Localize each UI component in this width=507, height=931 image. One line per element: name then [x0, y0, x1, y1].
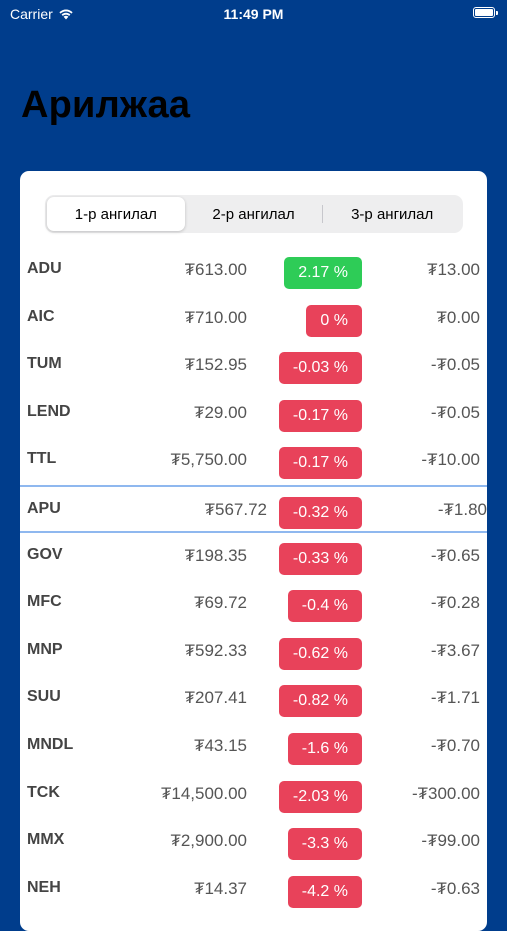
- stock-ticker: APU: [27, 499, 61, 517]
- stock-change: -₮0.70: [430, 735, 480, 755]
- stock-row[interactable]: MMX ₮2,900.00 -3.3 % -₮99.00: [20, 818, 487, 866]
- stock-row[interactable]: AIC ₮710.00 0 % ₮0.00: [20, 295, 487, 343]
- stock-price: ₮69.72: [194, 593, 247, 613]
- tab-category-2[interactable]: 2-р ангилал: [185, 197, 323, 231]
- percent-change-badge: -0.17 %: [278, 399, 362, 432]
- percent-badge-container: -3.3 %: [275, 828, 362, 861]
- stock-row[interactable]: MNDL ₮43.15 -1.6 % -₮0.70: [20, 723, 487, 771]
- stock-ticker: LEND: [27, 402, 71, 420]
- stock-row[interactable]: ADU ₮613.00 2.17 % ₮13.00: [20, 247, 487, 295]
- stock-ticker: AIC: [27, 307, 55, 325]
- stock-change: -₮10.00: [421, 450, 480, 470]
- stock-change: -₮99.00: [421, 831, 480, 851]
- stock-row[interactable]: TUM ₮152.95 -0.03 % -₮0.05: [20, 342, 487, 390]
- percent-badge-container: -0.33 %: [275, 542, 362, 575]
- stock-change: ₮0.00: [436, 307, 480, 327]
- stock-change: -₮1.71: [430, 688, 480, 708]
- stock-change: ₮13.00: [427, 260, 480, 279]
- stock-price: ₮592.33: [184, 640, 247, 660]
- percent-change-badge: -0.33 %: [278, 542, 362, 575]
- status-time: 11:49 PM: [223, 6, 284, 22]
- stock-price: ₮567.72: [204, 499, 267, 519]
- stock-ticker: MMX: [27, 831, 65, 849]
- stock-ticker: TTL: [27, 450, 57, 468]
- stock-row[interactable]: MNP ₮592.33 -0.62 % -₮3.67: [20, 628, 487, 676]
- percent-change-badge: -4.2 %: [287, 875, 362, 908]
- percent-badge-container: -0.17 %: [275, 399, 362, 432]
- stock-price: ₮43.15: [194, 735, 247, 755]
- battery-icon: [473, 7, 498, 18]
- percent-change-badge: 2.17 %: [284, 257, 362, 289]
- stock-row[interactable]: TTL ₮5,750.00 -0.17 % -₮10.00: [20, 437, 487, 485]
- stock-price: ₮14,500.00: [160, 783, 247, 803]
- stock-change: -₮0.65: [430, 545, 480, 565]
- percent-change-badge: -1.6 %: [287, 732, 362, 765]
- stock-ticker: NEH: [27, 878, 61, 896]
- stock-price: ₮198.35: [184, 545, 247, 565]
- percent-change-badge: -0.03 %: [278, 352, 362, 385]
- stock-price: ₮2,900.00: [170, 831, 247, 851]
- status-bar: Carrier 11:49 PM: [0, 0, 507, 30]
- stock-price: ₮5,750.00: [170, 450, 247, 470]
- percent-badge-container: -4.2 %: [275, 875, 362, 908]
- percent-change-badge: -0.82 %: [278, 685, 362, 718]
- percent-badge-container: 0 %: [275, 304, 362, 337]
- percent-badge-container: -0.62 %: [275, 637, 362, 670]
- stock-row[interactable]: GOV ₮198.35 -0.33 % -₮0.65: [20, 533, 487, 581]
- stock-ticker: SUU: [27, 688, 61, 706]
- stock-row[interactable]: SUU ₮207.41 -0.82 % -₮1.71: [20, 675, 487, 723]
- stock-row[interactable]: APU ₮567.72 -0.32 % -₮1.80: [20, 484, 487, 533]
- percent-badge-container: -0.4 %: [275, 590, 362, 623]
- percent-change-badge: -0.62 %: [278, 637, 362, 670]
- stock-ticker: MFC: [27, 593, 62, 611]
- stock-ticker: TUM: [27, 355, 62, 373]
- stock-change: -₮1.80: [437, 499, 487, 519]
- stock-change: -₮0.05: [430, 355, 480, 375]
- percent-change-badge: -2.03 %: [278, 780, 362, 813]
- stock-row[interactable]: TCK ₮14,500.00 -2.03 % -₮300.00: [20, 771, 487, 819]
- percent-badge-container: -0.82 %: [275, 685, 362, 718]
- percent-change-badge: -0.32 %: [278, 496, 362, 529]
- percent-badge-container: -0.03 %: [275, 352, 362, 385]
- stock-row[interactable]: NEH ₮14.37 -4.2 % -₮0.63: [20, 866, 487, 914]
- stock-change: -₮0.63: [430, 878, 480, 898]
- percent-change-badge: -3.3 %: [287, 828, 362, 861]
- stock-ticker: TCK: [27, 783, 60, 801]
- stock-ticker: ADU: [27, 260, 62, 277]
- stock-change: -₮0.28: [430, 593, 480, 613]
- percent-badge-container: -1.6 %: [275, 732, 362, 765]
- stock-change: -₮0.05: [430, 402, 480, 422]
- percent-change-badge: 0 %: [306, 304, 362, 337]
- stock-ticker: MNP: [27, 640, 63, 658]
- stock-change: -₮300.00: [411, 783, 480, 803]
- stock-price: ₮207.41: [184, 688, 247, 708]
- percent-badge-container: 2.17 %: [275, 257, 362, 289]
- trading-card: 1-р ангилал 2-р ангилал 3-р ангилал ADU ₮…: [20, 171, 487, 931]
- stock-price: ₮613.00: [184, 260, 247, 279]
- percent-change-badge: -0.4 %: [287, 590, 362, 623]
- stock-price: ₮710.00: [184, 307, 247, 327]
- stock-ticker: MNDL: [27, 735, 74, 753]
- tab-category-1[interactable]: 1-р ангилал: [47, 197, 185, 231]
- percent-badge-container: -2.03 %: [275, 780, 362, 813]
- stock-price: ₮152.95: [184, 355, 247, 375]
- stock-row[interactable]: MFC ₮69.72 -0.4 % -₮0.28: [20, 580, 487, 628]
- percent-badge-container: -0.17 %: [275, 447, 362, 480]
- stock-list: ADU ₮613.00 2.17 % ₮13.00 AIC ₮710.00 0 % ₮0.00…: [20, 247, 487, 913]
- stock-change: -₮3.67: [430, 640, 480, 660]
- stock-price: ₮14.37: [194, 878, 247, 898]
- page-title: Арилжаа: [21, 84, 191, 126]
- stock-price: ₮29.00: [194, 402, 247, 422]
- percent-change-badge: -0.17 %: [278, 447, 362, 480]
- category-segmented-control: 1-р ангилал 2-р ангилал 3-р ангилал: [45, 195, 463, 233]
- percent-badge-container: -0.32 %: [275, 496, 362, 529]
- stock-ticker: GOV: [27, 545, 63, 563]
- tab-category-3[interactable]: 3-р ангилал: [323, 197, 461, 231]
- stock-row[interactable]: LEND ₮29.00 -0.17 % -₮0.05: [20, 390, 487, 438]
